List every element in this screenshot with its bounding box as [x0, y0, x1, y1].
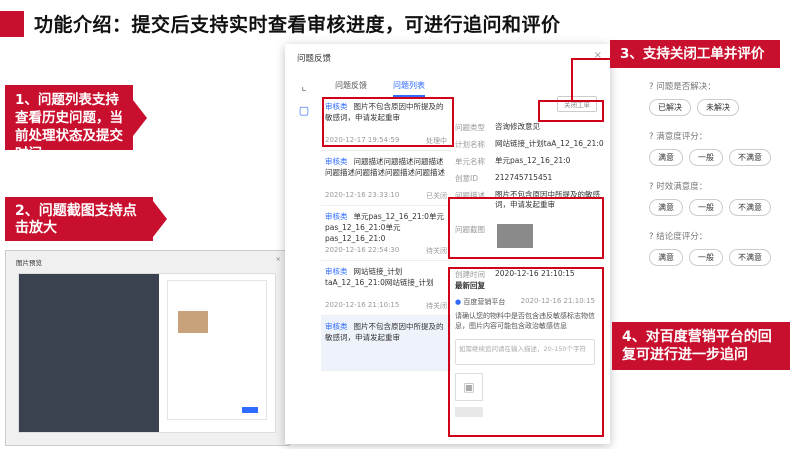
image-preview-window: 图片预览 ×: [5, 250, 290, 446]
preview-screenshot-right: [167, 280, 267, 420]
item-status: 已关闭: [426, 192, 447, 200]
callout-2: 2、问题截图支持点击放大: [5, 197, 153, 241]
rating-question: 满意度评分： 满意 一般 不满意: [649, 130, 785, 166]
rating-option[interactable]: 一般: [689, 149, 723, 166]
connector-line: [571, 58, 611, 60]
callout-4: 4、对百度营销平台的回复可进行进一步追问: [612, 322, 790, 370]
highlight-reply: [448, 267, 604, 437]
detail-row: 问题类型 咨询修改意见: [455, 122, 540, 132]
tab-bar: 问题反馈 问题列表: [335, 80, 425, 97]
rating-option[interactable]: 不满意: [729, 199, 771, 216]
item-status: 待关闭: [426, 302, 447, 310]
side-icon-bar: ⌞ ▢: [291, 72, 317, 120]
list-item[interactable]: 审核类 单元pas_12_16_21:0单元pas_12_16_21:0单元pas…: [321, 206, 451, 261]
rating-question: 问题是否解决： 已解决 未解决: [649, 80, 785, 116]
list-item[interactable]: 审核类 图片不包含原因中所提及的敏感词，申请发起重审: [321, 316, 451, 371]
item-time: 2020-12-16 21:10:15: [325, 301, 400, 309]
preview-image-thumb: [178, 311, 208, 333]
detail-row: 创意ID 212745715451: [455, 173, 553, 183]
preview-screenshot-left: [19, 274, 159, 432]
preview-title: 图片预览: [16, 259, 42, 267]
rating-option[interactable]: 已解决: [649, 99, 691, 116]
item-tag: 审核类: [325, 157, 348, 166]
callout-1-arrow: [133, 100, 147, 136]
highlight-list-item: [322, 97, 454, 147]
rating-option[interactable]: 不满意: [729, 249, 771, 266]
detail-row: 计划名称 网站链接_计划taA_12_16_21:0: [455, 139, 604, 149]
list-item[interactable]: 审核类 问题描述问题描述问题描述问题描述问题描述问题描述问题描述 2020-12-…: [321, 151, 451, 206]
slide-title-bar: 功能介绍：提交后支持实时查看审核进度，可进行追问和评价: [0, 8, 800, 40]
highlight-screenshot: [448, 197, 604, 259]
connector-line: [571, 58, 573, 102]
callout-3: 3、支持关闭工单并评价: [610, 40, 780, 68]
dialog-title: 问题反馈: [297, 54, 332, 64]
item-tag: 审核类: [325, 212, 348, 221]
callout-2-arrow: [153, 201, 167, 237]
feedback-icon[interactable]: ▢: [296, 104, 312, 120]
item-tag: 审核类: [325, 322, 348, 331]
rating-option[interactable]: 满意: [649, 199, 683, 216]
item-time: 2020-12-16 23:33:10: [325, 191, 400, 199]
slide-title: 功能介绍：提交后支持实时查看审核进度，可进行追问和评价: [34, 14, 561, 36]
tab-question-list[interactable]: 问题列表: [393, 80, 425, 97]
chart-icon[interactable]: ⌞: [296, 80, 312, 96]
detail-row: 单元名称 单元pas_12_16_21:0: [455, 156, 571, 166]
callout-1: 1、问题列表支持查看历史问题，当前处理状态及提交时间: [5, 85, 133, 162]
rating-panel: 问题是否解决： 已解决 未解决 满意度评分： 满意 一般 不满意 时效满意度： …: [635, 70, 785, 266]
rating-option[interactable]: 不满意: [729, 149, 771, 166]
rating-question: 时效满意度： 满意 一般 不满意: [649, 180, 785, 216]
rating-option[interactable]: 未解决: [697, 99, 739, 116]
highlight-close-ticket: [538, 100, 604, 122]
tab-feedback[interactable]: 问题反馈: [335, 80, 367, 97]
preview-close-icon[interactable]: ×: [276, 255, 281, 263]
preview-button: [242, 407, 258, 413]
rating-option[interactable]: 一般: [689, 199, 723, 216]
rating-option[interactable]: 满意: [649, 149, 683, 166]
preview-screenshot[interactable]: [18, 273, 276, 433]
item-time: 2020-12-16 22:54:30: [325, 246, 400, 254]
rating-option[interactable]: 满意: [649, 249, 683, 266]
rating-option[interactable]: 一般: [689, 249, 723, 266]
title-accent: [0, 11, 24, 37]
rating-question: 结论度评分： 满意 一般 不满意: [649, 230, 785, 266]
list-item[interactable]: 审核类 网站链接_计划taA_12_16_21:0网站链接_计划 2020-12-…: [321, 261, 451, 316]
item-tag: 审核类: [325, 267, 348, 276]
item-status: 待关闭: [426, 247, 447, 255]
